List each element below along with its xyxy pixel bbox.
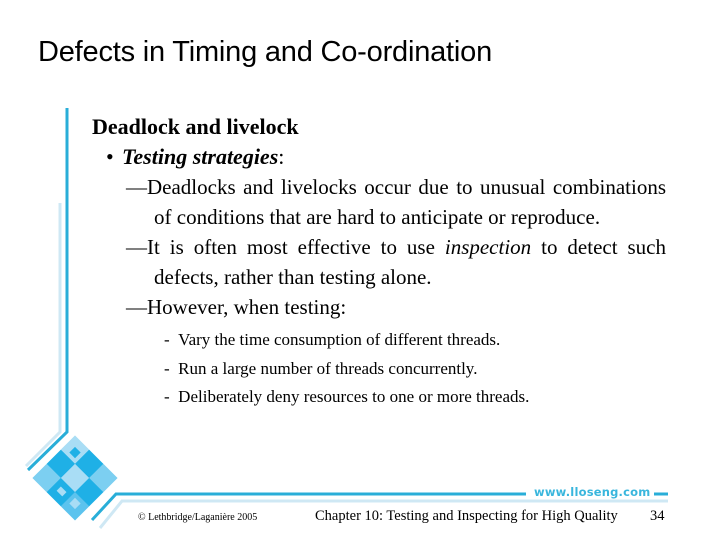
slide-body: Deadlock and livelock • Testing strategie… bbox=[92, 112, 666, 412]
sub-list-item: - Deliberately deny resources to one or … bbox=[92, 383, 666, 412]
footer-url: www.lloseng.com bbox=[530, 485, 655, 499]
footer-copyright: © Lethbridge/Laganière 2005 bbox=[138, 512, 258, 523]
sub-item-text: Vary the time consumption of different t… bbox=[178, 330, 501, 349]
sub-mark: - bbox=[164, 387, 170, 406]
sub-list-item: - Vary the time consumption of different… bbox=[92, 326, 666, 355]
item-text: Deadlocks and livelocks occur due to unu… bbox=[147, 175, 666, 229]
list-item: —It is often most effective to use inspe… bbox=[92, 232, 666, 292]
sub-list-item: - Run a large number of threads concurre… bbox=[92, 355, 666, 384]
logo-icon bbox=[32, 435, 118, 521]
list-item: —Deadlocks and livelocks occur due to un… bbox=[92, 172, 666, 232]
sub-item-text: Deliberately deny resources to one or mo… bbox=[178, 387, 530, 406]
bullet-suffix: : bbox=[278, 144, 285, 169]
frame-line-light bbox=[24, 203, 62, 468]
bullet-label: Testing strategies bbox=[122, 144, 279, 169]
sub-mark: - bbox=[164, 358, 170, 378]
item-text-emphasis: inspection bbox=[444, 235, 532, 259]
sub-list: - Vary the time consumption of different… bbox=[92, 326, 666, 412]
frame-line-dark bbox=[26, 108, 69, 472]
section-heading: Deadlock and livelock bbox=[92, 114, 299, 139]
sub-mark: - bbox=[164, 330, 170, 349]
sub-item-text: Run a large number of threads concurrent… bbox=[178, 358, 478, 378]
dash-mark: — bbox=[126, 235, 147, 259]
bullet-testing-strategies: • Testing strategies: bbox=[92, 142, 666, 172]
dash-mark: — bbox=[126, 175, 147, 199]
list-item: —However, when testing: bbox=[92, 292, 666, 322]
page-number: 34 bbox=[650, 508, 665, 524]
slide: Defects in Timing and Co-ordination Dead… bbox=[0, 0, 720, 540]
dash-mark: — bbox=[126, 295, 147, 319]
footer-chapter-title: Chapter 10: Testing and Inspecting for H… bbox=[315, 508, 618, 524]
slide-title: Defects in Timing and Co-ordination bbox=[38, 36, 493, 68]
item-text: However, when testing: bbox=[147, 295, 347, 319]
item-text-before: It is often most effective to use bbox=[147, 235, 445, 259]
bullet-mark: • bbox=[106, 144, 114, 169]
